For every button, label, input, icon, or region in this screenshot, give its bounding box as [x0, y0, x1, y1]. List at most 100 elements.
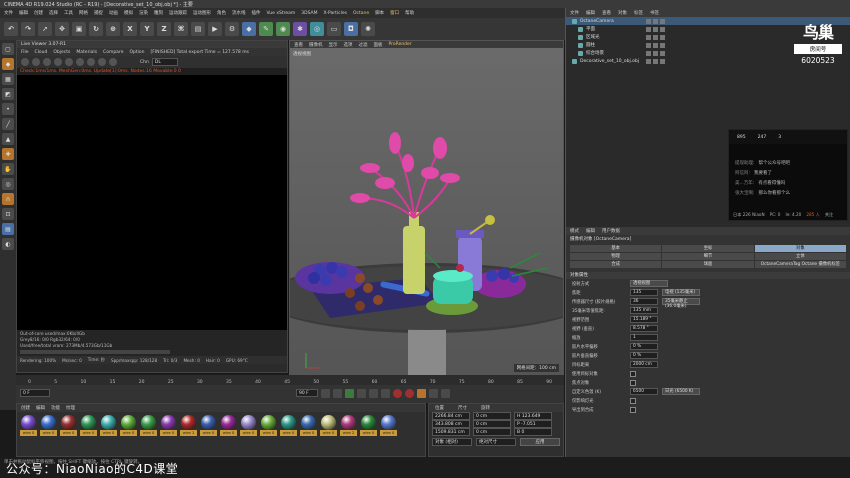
tag-icon[interactable]: [660, 42, 665, 48]
coord-field[interactable]: 0 cm: [473, 420, 511, 428]
attribute-tab[interactable]: 合成: [570, 261, 662, 268]
tag-icon[interactable]: [646, 34, 651, 40]
menu-item[interactable]: 运动图形: [193, 10, 211, 16]
record-icon[interactable]: [393, 388, 402, 398]
apply-button[interactable]: 应用: [520, 438, 560, 446]
attribute-value[interactable]: 135: [630, 289, 658, 296]
attribute-value[interactable]: 6500: [630, 388, 658, 395]
coord-field[interactable]: 0 cm: [473, 412, 511, 420]
coord-field[interactable]: 343.808 cm: [432, 420, 470, 428]
edge-mode-icon[interactable]: ╱: [2, 118, 14, 130]
material-item[interactable]: wire 0: [240, 415, 257, 436]
lock-icon[interactable]: [76, 58, 84, 66]
menu-item[interactable]: X-Particles: [324, 11, 347, 16]
attribute-value[interactable]: 36: [630, 298, 658, 305]
menu-item[interactable]: 工具: [64, 10, 73, 16]
menu-item[interactable]: 模拟: [124, 10, 133, 16]
material-preview[interactable]: [81, 415, 96, 430]
coord-field[interactable]: P -7.051: [514, 420, 552, 428]
material-item[interactable]: wire 0: [320, 415, 337, 436]
material-item[interactable]: wire 0: [160, 415, 177, 436]
material-preview[interactable]: [161, 415, 176, 430]
menu-item[interactable]: 对象: [618, 10, 627, 16]
menu-item[interactable]: 纹理: [66, 405, 75, 411]
play-icon[interactable]: [345, 388, 354, 398]
next-key-icon[interactable]: [357, 388, 366, 398]
array-icon[interactable]: ✱: [293, 22, 307, 36]
texture-mode-icon[interactable]: ▦: [2, 73, 14, 85]
scale-key-icon[interactable]: [441, 388, 450, 398]
enable-axis-icon[interactable]: ✚: [2, 148, 14, 160]
tag-icon[interactable]: [660, 34, 665, 40]
menu-item[interactable]: 网格: [79, 10, 88, 16]
refresh-icon[interactable]: [32, 58, 40, 66]
menu-item[interactable]: 编辑: [19, 10, 28, 16]
menu-item[interactable]: 编辑: [586, 10, 595, 16]
menu-item[interactable]: 查看: [294, 42, 303, 48]
menu-item[interactable]: 渲染: [139, 10, 148, 16]
autokey-icon[interactable]: [405, 388, 414, 398]
material-preview[interactable]: [241, 415, 256, 430]
menu-item[interactable]: Option: [129, 50, 144, 55]
menu-item[interactable]: 角色: [217, 10, 226, 16]
material-preview[interactable]: [201, 415, 216, 430]
menu-item[interactable]: ProRender: [389, 42, 412, 47]
material-item[interactable]: wire 0: [60, 415, 77, 436]
attribute-value[interactable]: 15.189 °: [630, 316, 658, 323]
tag-icon[interactable]: [646, 18, 651, 24]
pick-icon[interactable]: [87, 58, 95, 66]
menu-item[interactable]: 编辑: [586, 228, 595, 234]
menu-item[interactable]: Cloud: [35, 50, 48, 55]
menu-item[interactable]: 3DSAM: [301, 11, 317, 16]
settings-icon[interactable]: [21, 58, 29, 66]
material-item[interactable]: wire 0: [280, 415, 297, 436]
object-name[interactable]: 区域光: [586, 34, 600, 40]
object-name[interactable]: 圆柱: [586, 42, 595, 48]
go-start-icon[interactable]: [321, 388, 330, 398]
menu-item[interactable]: 流水线: [232, 10, 246, 16]
attribute-dropdown[interactable]: 透视视图: [630, 280, 668, 287]
tag-icon[interactable]: [660, 26, 665, 32]
tweak-icon[interactable]: ✋: [2, 163, 14, 175]
attribute-tab[interactable]: 对象: [754, 245, 846, 252]
tag-icon[interactable]: [660, 58, 665, 64]
menu-item[interactable]: 模式: [570, 228, 579, 234]
prev-key-icon[interactable]: [333, 388, 342, 398]
attribute-checkbox[interactable]: [630, 406, 636, 413]
go-end-icon[interactable]: [369, 388, 378, 398]
menu-item[interactable]: 标签: [634, 10, 643, 16]
material-preview[interactable]: [61, 415, 76, 430]
material-item[interactable]: wire 0: [140, 415, 157, 436]
tag-icon[interactable]: [653, 58, 658, 64]
recent-icon[interactable]: ⊕: [106, 22, 120, 36]
menu-item[interactable]: Compare: [103, 50, 123, 55]
attribute-value[interactable]: 0 %: [630, 352, 658, 359]
attribute-tab[interactable]: 细节: [662, 253, 754, 260]
material-preview[interactable]: [361, 415, 376, 430]
light-icon[interactable]: ✺: [361, 22, 375, 36]
pen-icon[interactable]: ✎: [259, 22, 273, 36]
move-key-icon[interactable]: [429, 388, 438, 398]
key-selection-icon[interactable]: [417, 388, 426, 398]
attribute-value[interactable]: 135 mm: [630, 307, 658, 314]
menu-item[interactable]: 用户数据: [602, 228, 620, 234]
size-mode-select[interactable]: 绝对尺寸: [476, 438, 516, 446]
object-name[interactable]: 综合场景: [586, 50, 604, 56]
coord-field[interactable]: B 0: [514, 428, 552, 436]
menu-item[interactable]: 捕捉: [94, 10, 103, 16]
material-preview[interactable]: [121, 415, 136, 430]
tag-icon[interactable]: [660, 50, 665, 56]
menu-item[interactable]: 显示: [329, 42, 338, 48]
attribute-dropdown[interactable]: 35毫米静止 (36.0毫米): [662, 298, 700, 309]
sculpt-icon[interactable]: ◐: [2, 238, 14, 250]
attribute-tab[interactable]: 坐标: [662, 245, 754, 252]
coord-field[interactable]: H 123.649: [514, 412, 552, 420]
material-item[interactable]: wire 0: [360, 415, 377, 436]
menu-item[interactable]: 功能: [51, 405, 60, 411]
tag-icon[interactable]: [646, 26, 651, 32]
menu-item[interactable]: 雕刻: [154, 10, 163, 16]
material-preview[interactable]: [301, 415, 316, 430]
material-preview[interactable]: [221, 415, 236, 430]
menu-item[interactable]: 摄像机: [309, 42, 323, 48]
material-item[interactable]: wire 0: [40, 415, 57, 436]
